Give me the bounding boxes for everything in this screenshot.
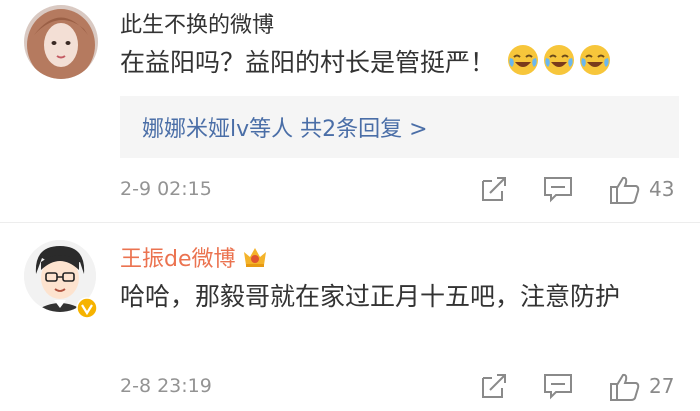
like-icon [610,176,640,204]
laugh-cry-emoji-icon [579,45,610,75]
share-icon[interactable] [480,372,508,400]
comment-text: 在益阳吗？益阳的村长是管挺严！ [120,43,611,83]
share-icon[interactable] [480,175,508,203]
comment-item: 此生不换的微博 在益阳吗？益阳的村长是管挺严！ 娜娜米娅lv等人 共2条回复 >… [0,0,700,223]
username-text: 王振de微博 [120,247,236,272]
username[interactable]: 此生不换的微博 [120,7,274,39]
comment-icon[interactable] [543,372,573,400]
comment-time: 2-9 02:15 [120,178,212,200]
comment-time: 2-8 23:19 [120,375,212,397]
replies-summary-link[interactable]: 娜娜米娅lv等人 共2条回复 > [142,111,428,143]
comment-text: 哈哈，那毅哥就在家过正月十五吧，注意防护 [120,282,621,311]
comment-text-content: 在益阳吗？益阳的村长是管挺严！ [120,48,496,77]
avatar[interactable] [24,5,98,79]
verified-badge-icon [76,297,98,319]
like-count: 27 [649,374,675,398]
like-count: 43 [649,177,675,201]
vip-crown-icon [243,248,266,267]
laugh-cry-emoji-icon [507,45,538,75]
laugh-cry-emoji-icon [543,45,574,75]
comment-item: 王振de微博 哈哈，那毅哥就在家过正月十五吧，注意防护 2-8 23:19 27 [0,223,700,411]
replies-preview[interactable]: 娜娜米娅lv等人 共2条回复 > [120,96,679,158]
like-icon [610,373,640,401]
username[interactable]: 王振de微博 [120,241,268,273]
comment-icon[interactable] [543,175,573,203]
